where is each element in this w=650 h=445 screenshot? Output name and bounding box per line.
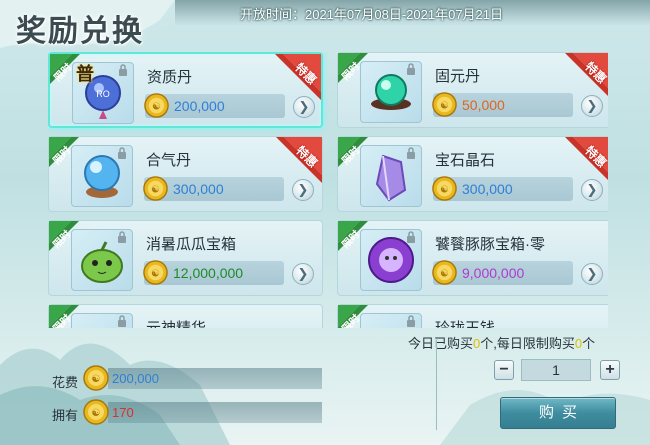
coin-icon: ☯ bbox=[83, 365, 109, 391]
svg-text:RO: RO bbox=[96, 89, 110, 99]
item-name: 玲珑玉钱 bbox=[435, 317, 495, 328]
lock-icon bbox=[407, 315, 415, 327]
item-price: 50,000 bbox=[462, 97, 505, 113]
item-price: 12,000,000 bbox=[173, 265, 244, 281]
coin-icon: ☯ bbox=[143, 260, 168, 285]
coin-icon: ☯ bbox=[83, 399, 109, 425]
price-bar: ☯ 300,000 bbox=[432, 176, 573, 201]
minus-button[interactable]: − bbox=[494, 360, 514, 380]
coin-icon: ☯ bbox=[432, 92, 457, 117]
svg-text:☯: ☯ bbox=[151, 268, 160, 279]
coin-icon: ☯ bbox=[143, 176, 168, 201]
divider bbox=[436, 340, 437, 430]
svg-text:☯: ☯ bbox=[440, 268, 449, 279]
quantity-field[interactable]: 1 bbox=[521, 359, 591, 381]
item-name: 资质丹 bbox=[147, 69, 193, 86]
svg-text:☯: ☯ bbox=[92, 374, 101, 385]
item-price: 300,000 bbox=[173, 181, 224, 197]
coin-icon: ☯ bbox=[432, 176, 457, 201]
item-name: 宝石晶石 bbox=[435, 152, 496, 169]
lock-icon bbox=[407, 63, 415, 75]
reward-card[interactable]: 限时元神精华 bbox=[48, 304, 323, 328]
reward-card[interactable]: 限时 饕餮豚豚宝箱·零 ☯ 9,000,000 ❯ bbox=[337, 220, 608, 296]
plus-button[interactable]: + bbox=[600, 360, 620, 380]
item-name: 饕餮豚豚宝箱·零 bbox=[435, 236, 545, 253]
reward-card[interactable]: 限时 特惠 合气丹 ☯ 300,000 ❯ bbox=[48, 136, 323, 212]
reward-card[interactable]: 限时 特惠 固元丹 ☯ 50,000 ❯ bbox=[337, 52, 608, 128]
cost-label: 花费 bbox=[52, 375, 79, 390]
detail-arrow-button[interactable]: ❯ bbox=[581, 263, 603, 285]
lock-icon bbox=[119, 64, 127, 76]
price-bar: ☯ 50,000 bbox=[432, 92, 573, 117]
svg-text:☯: ☯ bbox=[440, 184, 449, 195]
lock-icon bbox=[118, 147, 126, 159]
item-name: 固元丹 bbox=[435, 68, 481, 85]
own-bar: ☯ 170 bbox=[83, 399, 322, 425]
reward-card[interactable]: RO 普限时 特惠 资质丹 ☯ 200,000 ❯ bbox=[48, 52, 323, 128]
price-bar: ☯ 12,000,000 bbox=[143, 260, 284, 285]
svg-text:☯: ☯ bbox=[92, 408, 101, 419]
item-price: 9,000,000 bbox=[462, 265, 525, 281]
own-label: 拥有 bbox=[52, 408, 79, 423]
coin-icon: ☯ bbox=[144, 93, 169, 118]
header: 奖励兑换 开放时间：2021年07月08日-2021年07月21日 bbox=[0, 0, 650, 49]
item-name: 消暑瓜瓜宝箱 bbox=[146, 236, 237, 253]
reward-card[interactable]: 限时玲珑玉钱 bbox=[337, 304, 608, 328]
detail-arrow-button[interactable]: ❯ bbox=[292, 179, 314, 201]
price-bar: ☯ 9,000,000 bbox=[432, 260, 573, 285]
coin-icon: ☯ bbox=[432, 260, 457, 285]
item-name: 元神精华 bbox=[146, 317, 206, 328]
lock-icon bbox=[407, 147, 415, 159]
detail-arrow-button[interactable]: ❯ bbox=[581, 95, 603, 117]
price-bar: ☯ 200,000 bbox=[144, 93, 285, 118]
svg-text:☯: ☯ bbox=[151, 184, 160, 195]
item-price: 200,000 bbox=[174, 98, 225, 114]
svg-text:☯: ☯ bbox=[440, 100, 449, 111]
cost-value: 200,000 bbox=[112, 371, 159, 386]
lock-icon bbox=[118, 315, 126, 327]
detail-arrow-button[interactable]: ❯ bbox=[293, 96, 315, 118]
reward-card[interactable]: 限时 特惠 宝石晶石 ☯ 300,000 ❯ bbox=[337, 136, 608, 212]
page-title: 奖励兑换 bbox=[16, 14, 144, 49]
lock-icon bbox=[118, 231, 126, 243]
svg-text:☯: ☯ bbox=[152, 101, 161, 112]
item-price: 300,000 bbox=[462, 181, 513, 197]
item-name: 合气丹 bbox=[146, 152, 192, 169]
own-value: 170 bbox=[112, 405, 134, 420]
buy-button[interactable]: 购买 bbox=[500, 397, 616, 429]
reward-list[interactable]: RO 普限时 特惠 资质丹 ☯ 200,000 ❯ 限时 特惠 固元丹 ☯ 50,000 ❯ 限时 特惠 合气… bbox=[48, 52, 608, 328]
cost-bar: ☯ 200,000 bbox=[83, 365, 322, 391]
lock-icon bbox=[407, 231, 415, 243]
detail-arrow-button[interactable]: ❯ bbox=[581, 179, 603, 201]
reward-card[interactable]: 限时 消暑瓜瓜宝箱 ☯ 12,000,000 ❯ bbox=[48, 220, 323, 296]
price-bar: ☯ 300,000 bbox=[143, 176, 284, 201]
open-time-text: 开放时间：2021年07月08日-2021年07月21日 bbox=[240, 7, 504, 22]
detail-arrow-button[interactable]: ❯ bbox=[292, 263, 314, 285]
